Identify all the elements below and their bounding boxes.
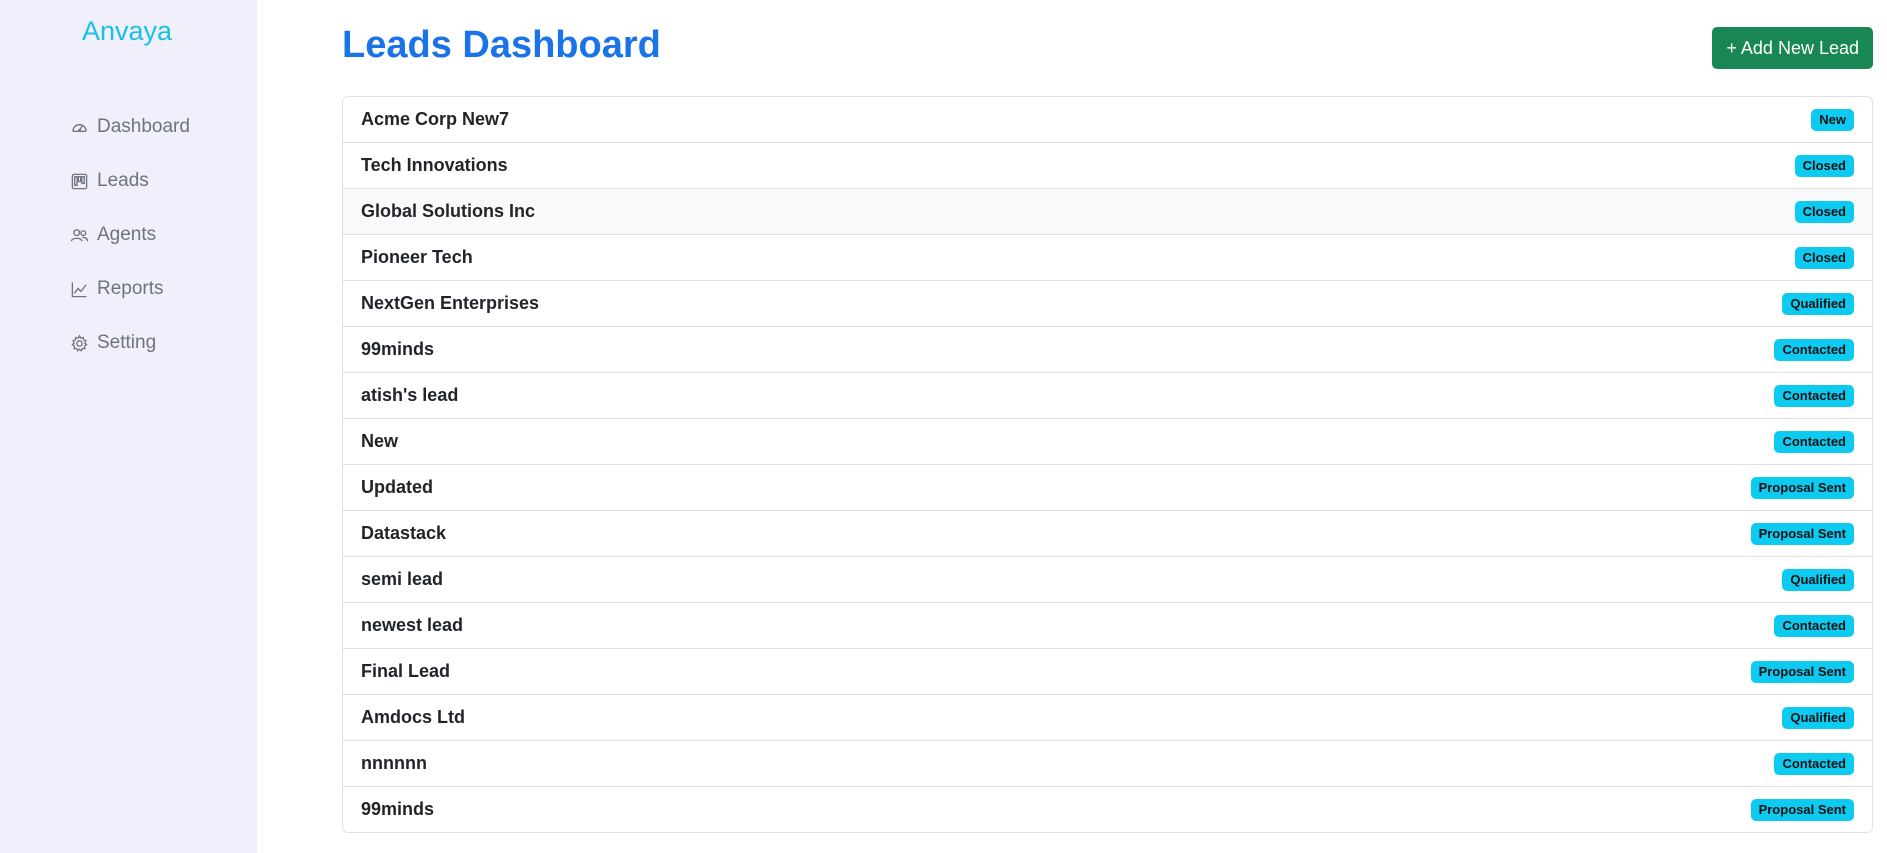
lead-row[interactable]: atish's lead Contacted [343,373,1872,419]
status-badge: Contacted [1774,430,1854,453]
status-badge: Qualified [1782,706,1854,729]
lead-row[interactable]: Tech Innovations Closed [343,143,1872,189]
status-badge: Proposal Sent [1750,798,1854,821]
kanban-icon [69,171,89,191]
lead-row[interactable]: NextGen Enterprises Qualified [343,281,1872,327]
lead-row[interactable]: Amdocs Ltd Qualified [343,695,1872,741]
status-badge: Contacted [1774,338,1854,361]
sidebar-item-label: Setting [97,332,157,353]
status-badge: Qualified [1782,568,1854,591]
lead-name: newest lead [361,615,464,635]
status-badge: Proposal Sent [1750,660,1854,683]
status-badge: Proposal Sent [1750,476,1854,499]
lead-list: Acme Corp New7 New Tech Innovations Clos… [342,96,1873,833]
lead-name: Tech Innovations [361,155,508,175]
sidebar-item-label: Leads [97,170,149,191]
status-badge: Contacted [1774,384,1854,407]
status-badge: Closed [1794,154,1854,177]
speedometer-icon [69,117,89,137]
lead-name: Updated [361,477,433,497]
lead-row[interactable]: nnnnnn Contacted [343,741,1872,787]
add-new-lead-button[interactable]: + Add New Lead [1712,27,1873,69]
status-badge: Qualified [1782,292,1854,315]
lead-row[interactable]: newest lead Contacted [343,603,1872,649]
status-badge: New [1811,108,1854,131]
lead-name: NextGen Enterprises [361,293,540,313]
sidebar-nav: Dashboard Leads Agents Reports Setting [69,100,190,370]
sidebar-item-label: Reports [97,278,164,299]
lead-row[interactable]: Datastack Proposal Sent [343,511,1872,557]
brand-logo[interactable]: Anvaya [0,16,254,47]
lead-row[interactable]: Acme Corp New7 New [343,97,1872,143]
status-badge: Contacted [1774,752,1854,775]
lead-row[interactable]: Final Lead Proposal Sent [343,649,1872,695]
sidebar-item-label: Agents [97,224,157,245]
lead-row[interactable]: Updated Proposal Sent [343,465,1872,511]
lead-name: Final Lead [361,661,451,681]
sidebar-item-leads[interactable]: Leads [69,154,190,208]
sidebar-item-dashboard[interactable]: Dashboard [69,100,190,154]
lead-row[interactable]: Global Solutions Inc Closed [343,189,1872,235]
sidebar-item-agents[interactable]: Agents [69,208,190,262]
lead-row[interactable]: 99minds Contacted [343,327,1872,373]
graph-icon [69,279,89,299]
lead-name: atish's lead [361,385,459,405]
lead-name: Acme Corp New7 [361,109,510,129]
lead-name: Datastack [361,523,447,543]
lead-name: Global Solutions Inc [361,201,536,221]
gear-icon [69,333,89,353]
people-icon [69,225,89,245]
page-title: Leads Dashboard [342,24,661,66]
status-badge: Closed [1794,200,1854,223]
sidebar-item-setting[interactable]: Setting [69,316,190,370]
main-content: Leads Dashboard + Add New Lead Acme Corp… [257,0,1887,853]
lead-name: Pioneer Tech [361,247,473,267]
lead-name: semi lead [361,569,444,589]
lead-name: nnnnnn [361,753,427,773]
sidebar-item-label: Dashboard [97,116,190,137]
status-badge: Closed [1794,246,1854,269]
sidebar-item-reports[interactable]: Reports [69,262,190,316]
lead-name: Amdocs Ltd [361,707,466,727]
lead-row[interactable]: semi lead Qualified [343,557,1872,603]
status-badge: Proposal Sent [1750,522,1854,545]
lead-row[interactable]: 99minds Proposal Sent [343,787,1872,832]
app-root: Anvaya Dashboard Leads Agents Reports Se… [0,0,1887,853]
lead-name: 99minds [361,799,435,819]
lead-row[interactable]: New Contacted [343,419,1872,465]
status-badge: Contacted [1774,614,1854,637]
lead-name: New [361,431,399,451]
sidebar: Anvaya Dashboard Leads Agents Reports Se… [0,0,257,853]
lead-row[interactable]: Pioneer Tech Closed [343,235,1872,281]
lead-name: 99minds [361,339,435,359]
